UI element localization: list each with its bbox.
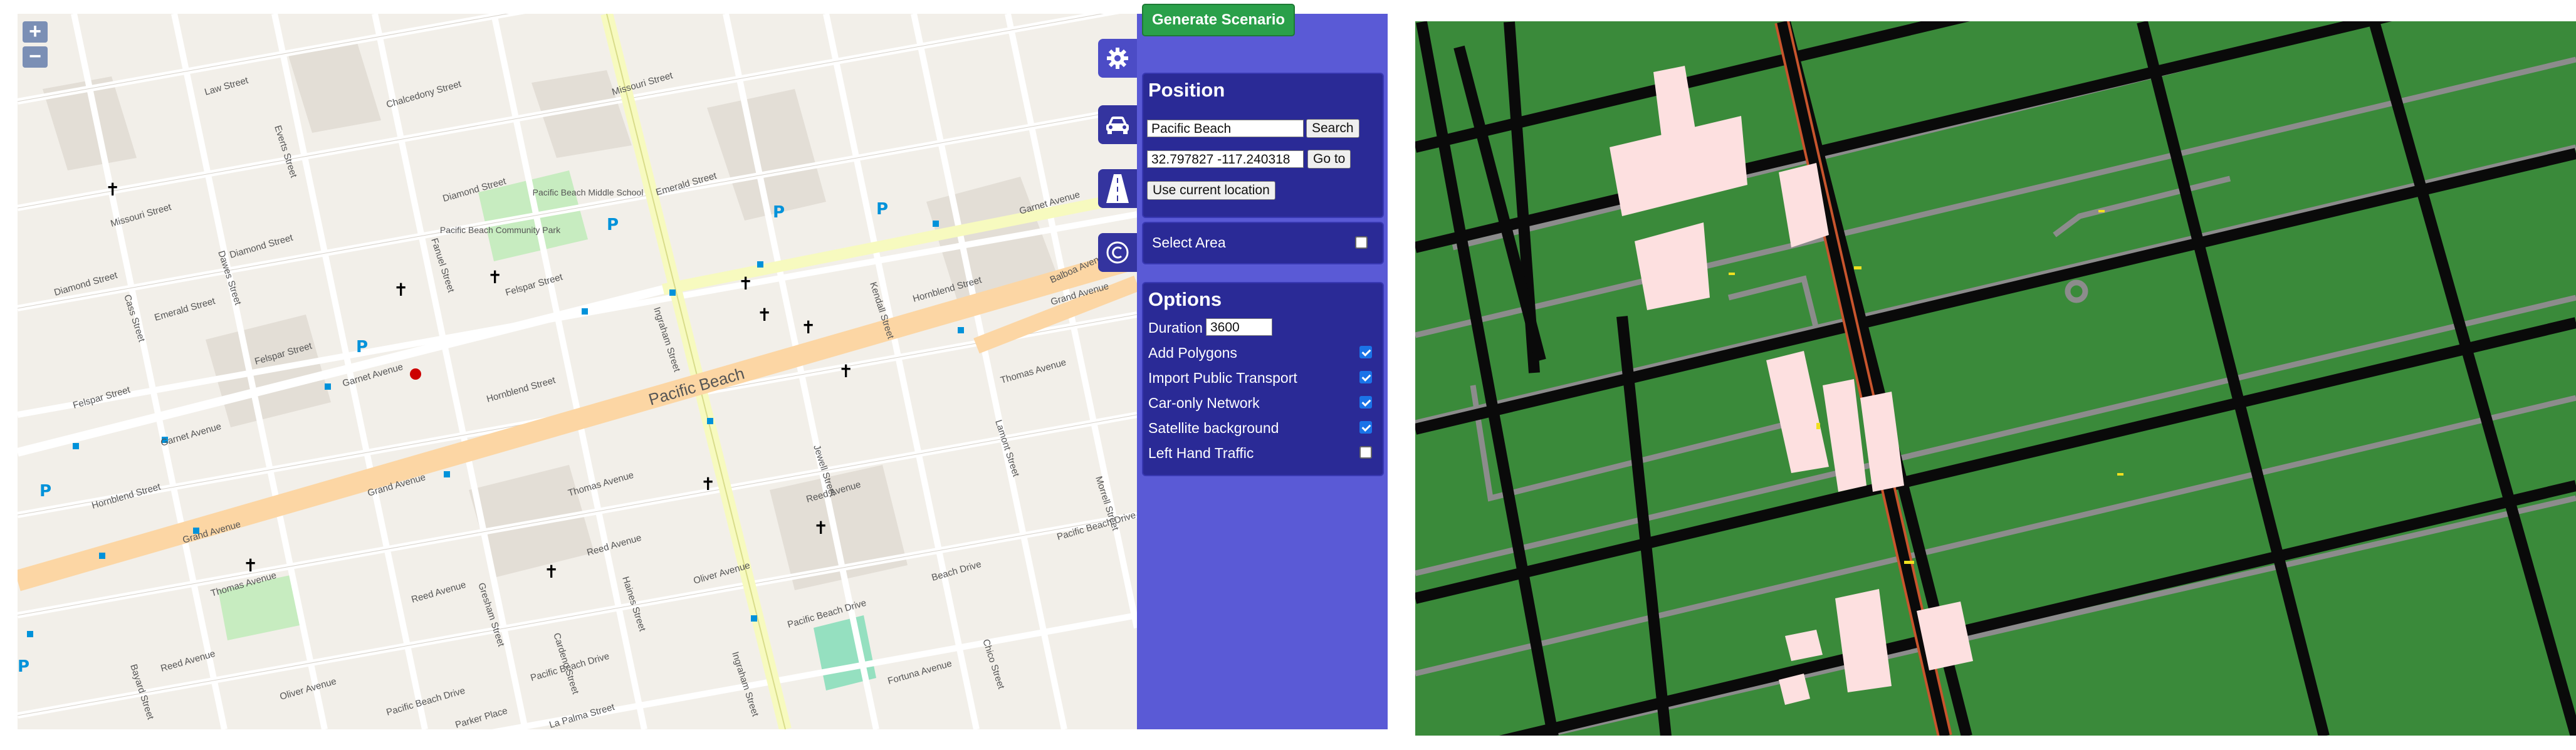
search-button[interactable]: Search [1306, 119, 1359, 138]
generate-scenario-button[interactable]: Generate Scenario [1142, 4, 1295, 36]
go-to-button[interactable]: Go to [1307, 150, 1351, 169]
svg-text:P: P [356, 338, 368, 357]
tab-road-types[interactable] [1098, 169, 1137, 208]
park-label: Pacific Beach Community Park [440, 225, 561, 235]
options-section: Options Duration 3600 Add Polygons Impor… [1142, 282, 1384, 476]
tab-vehicles[interactable] [1098, 105, 1137, 144]
car-icon [1106, 117, 1129, 134]
select-area-checkbox[interactable] [1355, 236, 1368, 249]
left-hand-traffic-checkbox[interactable] [1359, 446, 1372, 459]
svg-text:✝: ✝ [757, 305, 772, 325]
option-label-add-polygons: Add Polygons [1148, 345, 1237, 361]
map-canvas: ✝ ✝ ✝ ✝ ✝ ✝ ✝ ✝ ✝ ✝ ✝ P P P P P P Pacifi… [18, 14, 1137, 729]
svg-text:P: P [39, 482, 51, 501]
location-search-input[interactable]: Pacific Beach [1147, 120, 1304, 137]
option-label-left-hand-traffic: Left Hand Traffic [1148, 445, 1254, 461]
svg-text:✝: ✝ [701, 474, 715, 494]
zoom-in-button[interactable]: + [23, 21, 48, 43]
position-title: Position [1148, 79, 1225, 101]
sumo-network-view[interactable] [1415, 21, 2576, 736]
satellite-background-checkbox[interactable] [1359, 421, 1372, 434]
tab-settings[interactable] [1098, 39, 1137, 78]
duration-label: Duration [1148, 320, 1203, 336]
school-label: Pacific Beach Middle School [533, 187, 644, 197]
svg-text:P: P [773, 203, 785, 222]
svg-text:P: P [18, 657, 29, 676]
svg-text:✝: ✝ [394, 279, 408, 300]
svg-text:✝: ✝ [105, 179, 120, 200]
svg-text:✝: ✝ [814, 518, 828, 538]
svg-text:✝: ✝ [544, 561, 558, 582]
svg-text:✝: ✝ [488, 267, 502, 288]
svg-text:✝: ✝ [839, 361, 853, 382]
options-title: Options [1148, 288, 1222, 310]
import-public-transport-checkbox[interactable] [1359, 371, 1372, 383]
zoom-out-button[interactable]: − [23, 46, 48, 68]
duration-input[interactable]: 3600 [1206, 318, 1272, 336]
car-only-network-checkbox[interactable] [1359, 396, 1372, 409]
position-section: Position Pacific Beach Search 32.797827 … [1142, 73, 1384, 218]
add-polygons-checkbox[interactable] [1359, 346, 1372, 358]
network-canvas [1415, 21, 2576, 736]
coordinates-input[interactable]: 32.797827 -117.240318 [1147, 150, 1304, 168]
use-current-location-button[interactable]: Use current location [1147, 181, 1275, 200]
option-label-car-only-network: Car-only Network [1148, 395, 1260, 411]
copyright-icon [1106, 241, 1129, 264]
road-icon [1106, 174, 1129, 203]
tab-copyright[interactable] [1098, 233, 1137, 272]
gear-icon [1107, 48, 1128, 69]
option-label-satellite-background: Satellite background [1148, 420, 1279, 436]
svg-text:P: P [876, 200, 888, 219]
osm-map[interactable]: ✝ ✝ ✝ ✝ ✝ ✝ ✝ ✝ ✝ ✝ ✝ P P P P P P Pacifi… [18, 14, 1137, 729]
option-label-import-public-transport: Import Public Transport [1148, 370, 1297, 386]
select-area-label: Select Area [1152, 234, 1226, 251]
svg-text:P: P [607, 216, 619, 234]
svg-text:✝: ✝ [801, 317, 815, 338]
svg-text:✝: ✝ [243, 555, 258, 576]
select-area-section: Select Area [1142, 222, 1384, 264]
svg-text:✝: ✝ [738, 273, 753, 294]
